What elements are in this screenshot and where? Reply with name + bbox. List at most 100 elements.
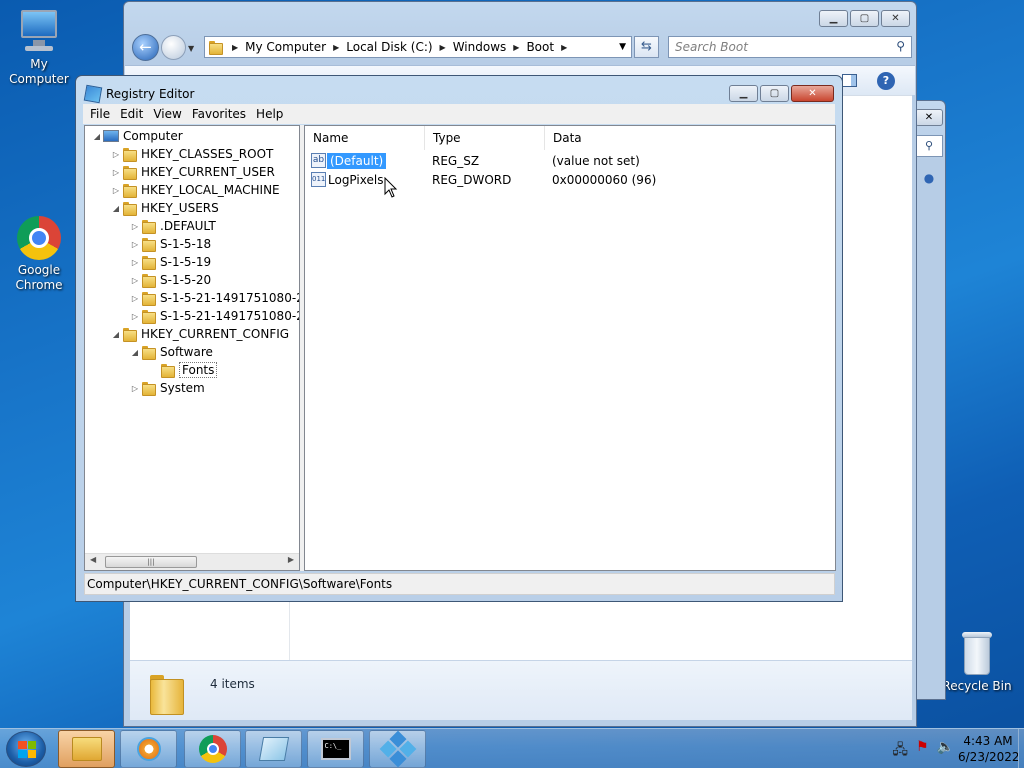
tree-node-hku[interactable]: ◢ HKEY_USERS <box>110 199 219 217</box>
tree-node-software[interactable]: ◢ Software <box>129 343 213 361</box>
address-bar[interactable]: ▶ My Computer ▶ Local Disk (C:) ▶ Window… <box>204 36 632 58</box>
expand-icon[interactable]: ▷ <box>129 384 141 393</box>
expand-icon[interactable]: ▷ <box>110 168 122 177</box>
tree-node-s-1-5-21-b[interactable]: ▷ S-1-5-21-1491751080-236 <box>129 307 299 325</box>
expand-icon[interactable]: ▷ <box>129 240 141 249</box>
google-chrome-desktop-icon[interactable]: Google Chrome <box>0 216 78 293</box>
scroll-left-icon[interactable]: ◀ <box>90 555 96 564</box>
menu-file[interactable]: File <box>90 107 118 121</box>
tree-node-hkcu[interactable]: ▷ HKEY_CURRENT_USER <box>110 163 275 181</box>
expand-icon[interactable]: ▷ <box>110 150 122 159</box>
monitor-icon <box>17 8 61 54</box>
menu-view[interactable]: View <box>153 107 189 121</box>
collapse-icon[interactable]: ◢ <box>91 132 103 141</box>
search-placeholder: Search Boot <box>675 40 748 54</box>
collapse-icon[interactable]: ◢ <box>129 348 141 357</box>
folder-icon <box>141 381 156 396</box>
taskbar-explorer-button[interactable] <box>58 730 115 768</box>
chrome-icon <box>198 735 227 763</box>
scroll-right-icon[interactable]: ▶ <box>288 555 294 564</box>
regedit-caption-buttons: ▁ ▢ ✕ <box>729 85 834 102</box>
registry-editor-icon <box>379 730 416 768</box>
folder-icon <box>141 291 156 306</box>
column-header-type[interactable]: Type <box>425 126 545 150</box>
taskbar-regedit-button[interactable] <box>369 730 426 768</box>
minimize-button[interactable]: ▁ <box>729 85 758 102</box>
maximize-button[interactable]: ▢ <box>850 10 879 27</box>
menu-help[interactable]: Help <box>256 107 291 121</box>
help-icon[interactable]: ● <box>915 171 943 191</box>
action-center-flag-icon[interactable]: ⚑ <box>916 739 929 763</box>
folder-icon <box>122 327 137 342</box>
window-title: Registry Editor <box>106 87 195 101</box>
menu-edit[interactable]: Edit <box>120 107 151 121</box>
expand-icon[interactable]: ▷ <box>129 258 141 267</box>
column-header-data[interactable]: Data <box>545 126 835 150</box>
scrollbar-thumb[interactable]: ||| <box>105 556 197 568</box>
value-row-default[interactable]: ab (Default) REG_SZ (value not set) <box>305 152 835 171</box>
volume-icon[interactable]: 🔈 <box>937 739 954 763</box>
tree-node-default[interactable]: ▷ .DEFAULT <box>129 217 216 235</box>
system-clock[interactable]: 4:43 AM 6/23/2022 <box>958 733 1020 765</box>
taskbar-cmd-button[interactable]: C:\_ <box>307 730 364 768</box>
my-computer-desktop-icon[interactable]: My Computer <box>0 8 78 87</box>
expand-icon[interactable]: ▷ <box>129 294 141 303</box>
registry-tree[interactable]: ◢ Computer ▷ HKEY_CLASSES_ROOT ▷ HKEY_CU… <box>84 125 300 571</box>
minimize-button[interactable]: ▁ <box>819 10 848 27</box>
tree-node-system[interactable]: ▷ System <box>129 379 205 397</box>
taskbar-media-player-button[interactable] <box>120 730 177 768</box>
tree-node-hklm[interactable]: ▷ HKEY_LOCAL_MACHINE <box>110 181 280 199</box>
tree-horizontal-scrollbar[interactable]: ◀ ||| ▶ <box>85 553 299 570</box>
tree-node-s-1-5-19[interactable]: ▷ S-1-5-19 <box>129 253 211 271</box>
tree-node-s-1-5-18[interactable]: ▷ S-1-5-18 <box>129 235 211 253</box>
desktop-icon-label: Google Chrome <box>15 263 63 292</box>
preview-pane-icon[interactable] <box>842 74 857 87</box>
clock-date: 6/23/2022 <box>958 750 1020 764</box>
forward-button[interactable] <box>161 35 186 60</box>
recycle-bin-icon <box>960 632 994 676</box>
show-desktop-button[interactable] <box>1018 729 1024 768</box>
expand-icon[interactable]: ▷ <box>110 186 122 195</box>
collapse-icon[interactable]: ◢ <box>110 204 122 213</box>
notepad-icon <box>258 737 289 761</box>
expand-icon[interactable]: ▷ <box>129 276 141 285</box>
collapse-icon[interactable]: ◢ <box>110 330 122 339</box>
tree-node-s-1-5-21-a[interactable]: ▷ S-1-5-21-1491751080-236 <box>129 289 299 307</box>
column-header-name[interactable]: Name <box>305 126 425 150</box>
tree-node-s-1-5-20[interactable]: ▷ S-1-5-20 <box>129 271 211 289</box>
close-icon[interactable]: ✕ <box>915 109 943 126</box>
tree-node-fonts[interactable]: Fonts <box>148 361 218 379</box>
back-button[interactable]: ← <box>132 34 159 61</box>
menu-favorites[interactable]: Favorites <box>192 107 254 121</box>
refresh-button[interactable]: ⇆ <box>634 36 659 58</box>
address-dropdown-icon[interactable]: ▼ <box>619 42 626 52</box>
breadcrumb-boot[interactable]: Boot <box>519 40 561 54</box>
tree-node-hkcc[interactable]: ◢ HKEY_CURRENT_CONFIG <box>110 325 289 343</box>
recent-pages-dropdown[interactable]: ▼ <box>188 44 194 53</box>
recycle-bin-desktop-icon[interactable]: Recycle Bin <box>938 632 1016 694</box>
registry-editor-window[interactable]: Registry Editor ▁ ▢ ✕ File Edit View Fav… <box>75 75 843 602</box>
search-input[interactable]: Search Boot ⚲ <box>668 36 912 58</box>
close-button[interactable]: ✕ <box>791 85 834 102</box>
breadcrumb-windows[interactable]: Windows <box>446 40 514 54</box>
network-icon[interactable]: 🖧 <box>892 739 908 763</box>
breadcrumb-local-disk[interactable]: Local Disk (C:) <box>339 40 439 54</box>
expand-icon[interactable]: ▷ <box>129 222 141 231</box>
tree-node-hkcr[interactable]: ▷ HKEY_CLASSES_ROOT <box>110 145 273 163</box>
maximize-button[interactable]: ▢ <box>760 85 789 102</box>
breadcrumb-my-computer[interactable]: My Computer <box>238 40 333 54</box>
tree-node-computer[interactable]: ◢ Computer <box>91 127 183 145</box>
string-value-icon: ab <box>311 153 326 168</box>
start-button[interactable] <box>6 731 46 767</box>
close-button[interactable]: ✕ <box>881 10 910 27</box>
search-icon[interactable]: ⚲ <box>915 135 943 157</box>
computer-icon <box>103 130 119 142</box>
folder-icon <box>141 345 156 360</box>
value-data: (value not set) <box>552 154 640 168</box>
chrome-icon <box>17 216 61 260</box>
folder-icon <box>122 183 137 198</box>
expand-icon[interactable]: ▷ <box>129 312 141 321</box>
help-icon[interactable]: ? <box>877 72 895 90</box>
taskbar-chrome-button[interactable] <box>184 730 241 768</box>
taskbar-notepad-button[interactable] <box>245 730 302 768</box>
